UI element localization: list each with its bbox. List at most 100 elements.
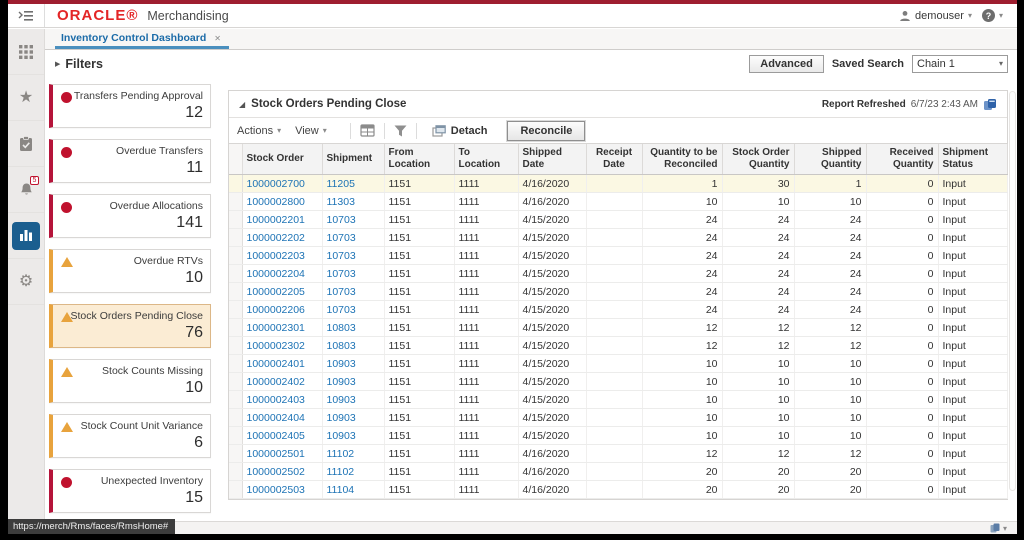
row-selector[interactable] [229, 175, 242, 193]
shipment-link[interactable]: 11102 [327, 466, 355, 478]
reconcile-button[interactable]: Reconcile [507, 121, 585, 141]
help-menu[interactable]: ? ▾ [982, 9, 1003, 22]
stock-order-link[interactable]: 1000002700 [247, 178, 305, 190]
close-icon[interactable]: ✕ [214, 34, 221, 43]
stock-order-link[interactable]: 1000002203 [247, 250, 305, 262]
drawer-toggle-icon[interactable] [8, 4, 45, 27]
statusbar-widget[interactable]: ▾ [990, 523, 1007, 533]
shipment-link[interactable]: 10903 [327, 430, 356, 442]
cell-shipment[interactable]: 10703 [322, 247, 384, 265]
shipment-link[interactable]: 11104 [327, 484, 355, 496]
row-selector[interactable] [229, 283, 242, 301]
cell-stock-order[interactable]: 1000002202 [242, 229, 322, 247]
cell-stock-order[interactable]: 1000002301 [242, 319, 322, 337]
cell-shipment[interactable]: 10903 [322, 391, 384, 409]
shipment-link[interactable]: 10703 [327, 286, 356, 298]
stock-order-link[interactable]: 1000002800 [247, 196, 305, 208]
refresh-report-icon[interactable] [983, 98, 997, 111]
row-selector[interactable] [229, 337, 242, 355]
table-row[interactable]: 100000280011303115111114/16/20201010100I… [229, 193, 1007, 211]
row-selector[interactable] [229, 427, 242, 445]
shipment-link[interactable]: 11205 [327, 178, 355, 190]
view-menu[interactable]: View ▾ [295, 125, 327, 137]
tile-stock-counts-missing[interactable]: Stock Counts Missing10 [49, 359, 211, 403]
stock-order-link[interactable]: 1000002302 [247, 340, 305, 352]
row-selector[interactable] [229, 355, 242, 373]
advanced-button[interactable]: Advanced [749, 55, 824, 73]
column-header-from-location[interactable]: From Location [384, 144, 454, 175]
row-selector[interactable] [229, 193, 242, 211]
cell-stock-order[interactable]: 1000002800 [242, 193, 322, 211]
shipment-link[interactable]: 10703 [327, 232, 356, 244]
nav-dashboard-active[interactable] [8, 213, 44, 259]
cell-stock-order[interactable]: 1000002503 [242, 481, 322, 499]
cell-shipment[interactable]: 11303 [322, 193, 384, 211]
stock-order-link[interactable]: 1000002206 [247, 304, 305, 316]
stock-order-link[interactable]: 1000002501 [247, 448, 305, 460]
shipment-link[interactable]: 10903 [327, 376, 356, 388]
user-menu[interactable]: demouser ▾ [899, 10, 972, 22]
table-row[interactable]: 100000250211102115111114/16/20202020200I… [229, 463, 1007, 481]
table-row[interactable]: 100000230110803115111114/15/20201212120I… [229, 319, 1007, 337]
cell-stock-order[interactable]: 1000002402 [242, 373, 322, 391]
detach-button[interactable]: Detach [432, 125, 488, 137]
row-selector[interactable] [229, 463, 242, 481]
cell-stock-order[interactable]: 1000002203 [242, 247, 322, 265]
cell-shipment[interactable]: 11205 [322, 175, 384, 193]
nav-apps[interactable] [8, 29, 44, 75]
query-filter-icon[interactable] [394, 125, 407, 137]
tile-overdue-allocations[interactable]: Overdue Allocations141 [49, 194, 211, 238]
row-selector[interactable] [229, 319, 242, 337]
cell-stock-order[interactable]: 1000002206 [242, 301, 322, 319]
cell-stock-order[interactable]: 1000002502 [242, 463, 322, 481]
nav-tasks[interactable] [8, 121, 44, 167]
tile-unexpected-inventory[interactable]: Unexpected Inventory15 [49, 469, 211, 513]
shipment-link[interactable]: 10903 [327, 412, 356, 424]
stock-order-link[interactable]: 1000002301 [247, 322, 305, 334]
table-row[interactable]: 100000240310903115111114/15/20201010100I… [229, 391, 1007, 409]
table-row[interactable]: 100000240510903115111114/15/20201010100I… [229, 427, 1007, 445]
stock-order-link[interactable]: 1000002405 [247, 430, 305, 442]
table-row[interactable]: 100000250111102115111114/16/20201212120I… [229, 445, 1007, 463]
cell-shipment[interactable]: 10703 [322, 229, 384, 247]
cell-shipment[interactable]: 10703 [322, 301, 384, 319]
shipment-link[interactable]: 10803 [327, 340, 356, 352]
collapse-panel-icon[interactable]: ◢ [239, 100, 245, 109]
row-selector[interactable] [229, 481, 242, 499]
column-header-received-quantity[interactable]: Received Quantity [866, 144, 938, 175]
column-header-stock-order-quantity[interactable]: Stock Order Quantity [722, 144, 794, 175]
cell-stock-order[interactable]: 1000002401 [242, 355, 322, 373]
cell-shipment[interactable]: 10703 [322, 283, 384, 301]
table-row[interactable]: 100000240110903115111114/15/20201010100I… [229, 355, 1007, 373]
cell-shipment[interactable]: 10903 [322, 427, 384, 445]
column-header-qty-to-be-reconciled[interactable]: Quantity to be Reconciled [642, 144, 722, 175]
cell-stock-order[interactable]: 1000002204 [242, 265, 322, 283]
column-header-stock-order[interactable]: Stock Order [242, 144, 322, 175]
cell-stock-order[interactable]: 1000002405 [242, 427, 322, 445]
shipment-link[interactable]: 10703 [327, 250, 356, 262]
nav-settings[interactable]: ⚙ [8, 259, 44, 305]
stock-order-link[interactable]: 1000002403 [247, 394, 305, 406]
tile-stock-count-unit-variance[interactable]: Stock Count Unit Variance6 [49, 414, 211, 458]
cell-stock-order[interactable]: 1000002201 [242, 211, 322, 229]
column-header-receipt-date[interactable]: Receipt Date [586, 144, 642, 175]
actions-menu[interactable]: Actions ▾ [237, 125, 281, 137]
row-selector[interactable] [229, 409, 242, 427]
cell-shipment[interactable]: 10803 [322, 337, 384, 355]
table-row[interactable]: 100000220210703115111114/15/20202424240I… [229, 229, 1007, 247]
tile-overdue-transfers[interactable]: Overdue Transfers11 [49, 139, 211, 183]
stock-order-link[interactable]: 1000002205 [247, 286, 305, 298]
saved-search-select[interactable]: Chain 1 ▾ [912, 55, 1008, 73]
cell-stock-order[interactable]: 1000002205 [242, 283, 322, 301]
cell-stock-order[interactable]: 1000002700 [242, 175, 322, 193]
cell-shipment[interactable]: 10903 [322, 373, 384, 391]
column-header-shipment-status[interactable]: Shipment Status [938, 144, 1007, 175]
row-selector[interactable] [229, 265, 242, 283]
shipment-link[interactable]: 10903 [327, 358, 356, 370]
row-selector[interactable] [229, 391, 242, 409]
table-row[interactable]: 100000270011205115111114/16/202013010Inp… [229, 175, 1007, 193]
cell-stock-order[interactable]: 1000002501 [242, 445, 322, 463]
table-row[interactable]: 100000240210903115111114/15/20201010100I… [229, 373, 1007, 391]
table-row[interactable]: 100000220310703115111114/15/20202424240I… [229, 247, 1007, 265]
table-row[interactable]: 100000250311104115111114/16/20202020200I… [229, 481, 1007, 499]
